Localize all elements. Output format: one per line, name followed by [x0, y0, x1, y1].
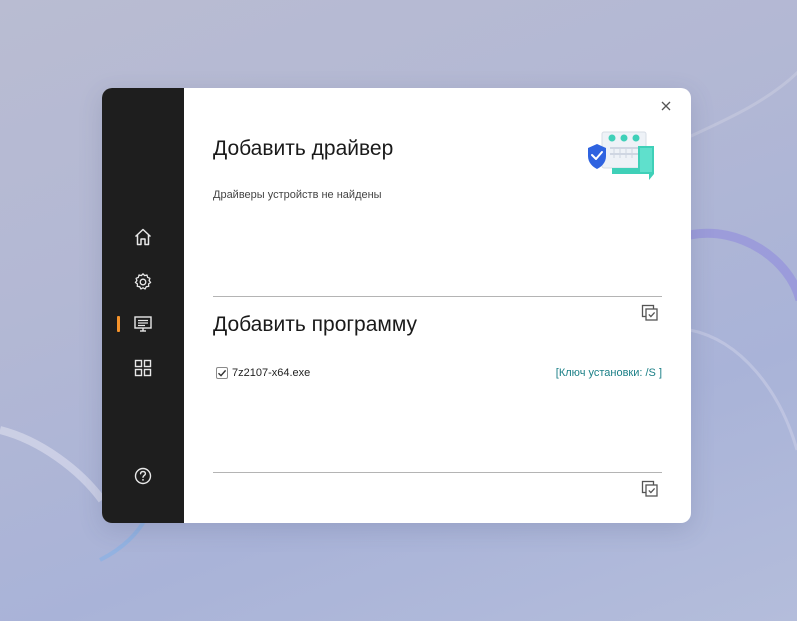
active-indicator	[117, 316, 120, 332]
install-key-link[interactable]: [Ключ установки: /S ]	[556, 366, 662, 380]
driver-shield-illustration	[588, 131, 654, 180]
close-icon	[661, 101, 671, 111]
section-divider	[213, 296, 662, 297]
program-row: 7z2107-x64.exe [Ключ установки: /S ]	[216, 366, 662, 382]
sidebar-item-help[interactable]	[128, 461, 158, 491]
sidebar-item-home[interactable]	[128, 222, 158, 252]
grid-icon	[134, 359, 152, 377]
main-content: Добавить драйвер Драйверы устройств не н…	[184, 88, 691, 523]
checkmark-icon	[218, 369, 227, 377]
program-section-title: Добавить программу	[213, 313, 418, 336]
sidebar-item-drivers[interactable]	[128, 309, 158, 339]
sidebar-item-settings[interactable]	[128, 267, 158, 297]
copy-check-icon	[641, 480, 658, 497]
copy-check-icon	[641, 304, 658, 321]
home-icon	[134, 228, 152, 246]
driver-section-title: Добавить драйвер	[213, 137, 394, 160]
sidebar-item-apps[interactable]	[128, 353, 158, 383]
driver-status-text: Драйверы устройств не найдены	[213, 189, 382, 201]
program-filename: 7z2107-x64.exe	[232, 367, 311, 379]
close-button[interactable]	[656, 96, 676, 116]
driver-action-button[interactable]	[640, 303, 660, 323]
dialog-window: Добавить драйвер Драйверы устройств не н…	[102, 88, 691, 523]
section-divider	[213, 472, 662, 473]
gear-icon	[134, 273, 152, 290]
program-action-button[interactable]	[640, 479, 660, 499]
monitor-list-icon	[134, 316, 152, 332]
program-checkbox[interactable]	[216, 367, 228, 379]
sidebar	[102, 88, 184, 523]
help-icon	[134, 467, 152, 485]
